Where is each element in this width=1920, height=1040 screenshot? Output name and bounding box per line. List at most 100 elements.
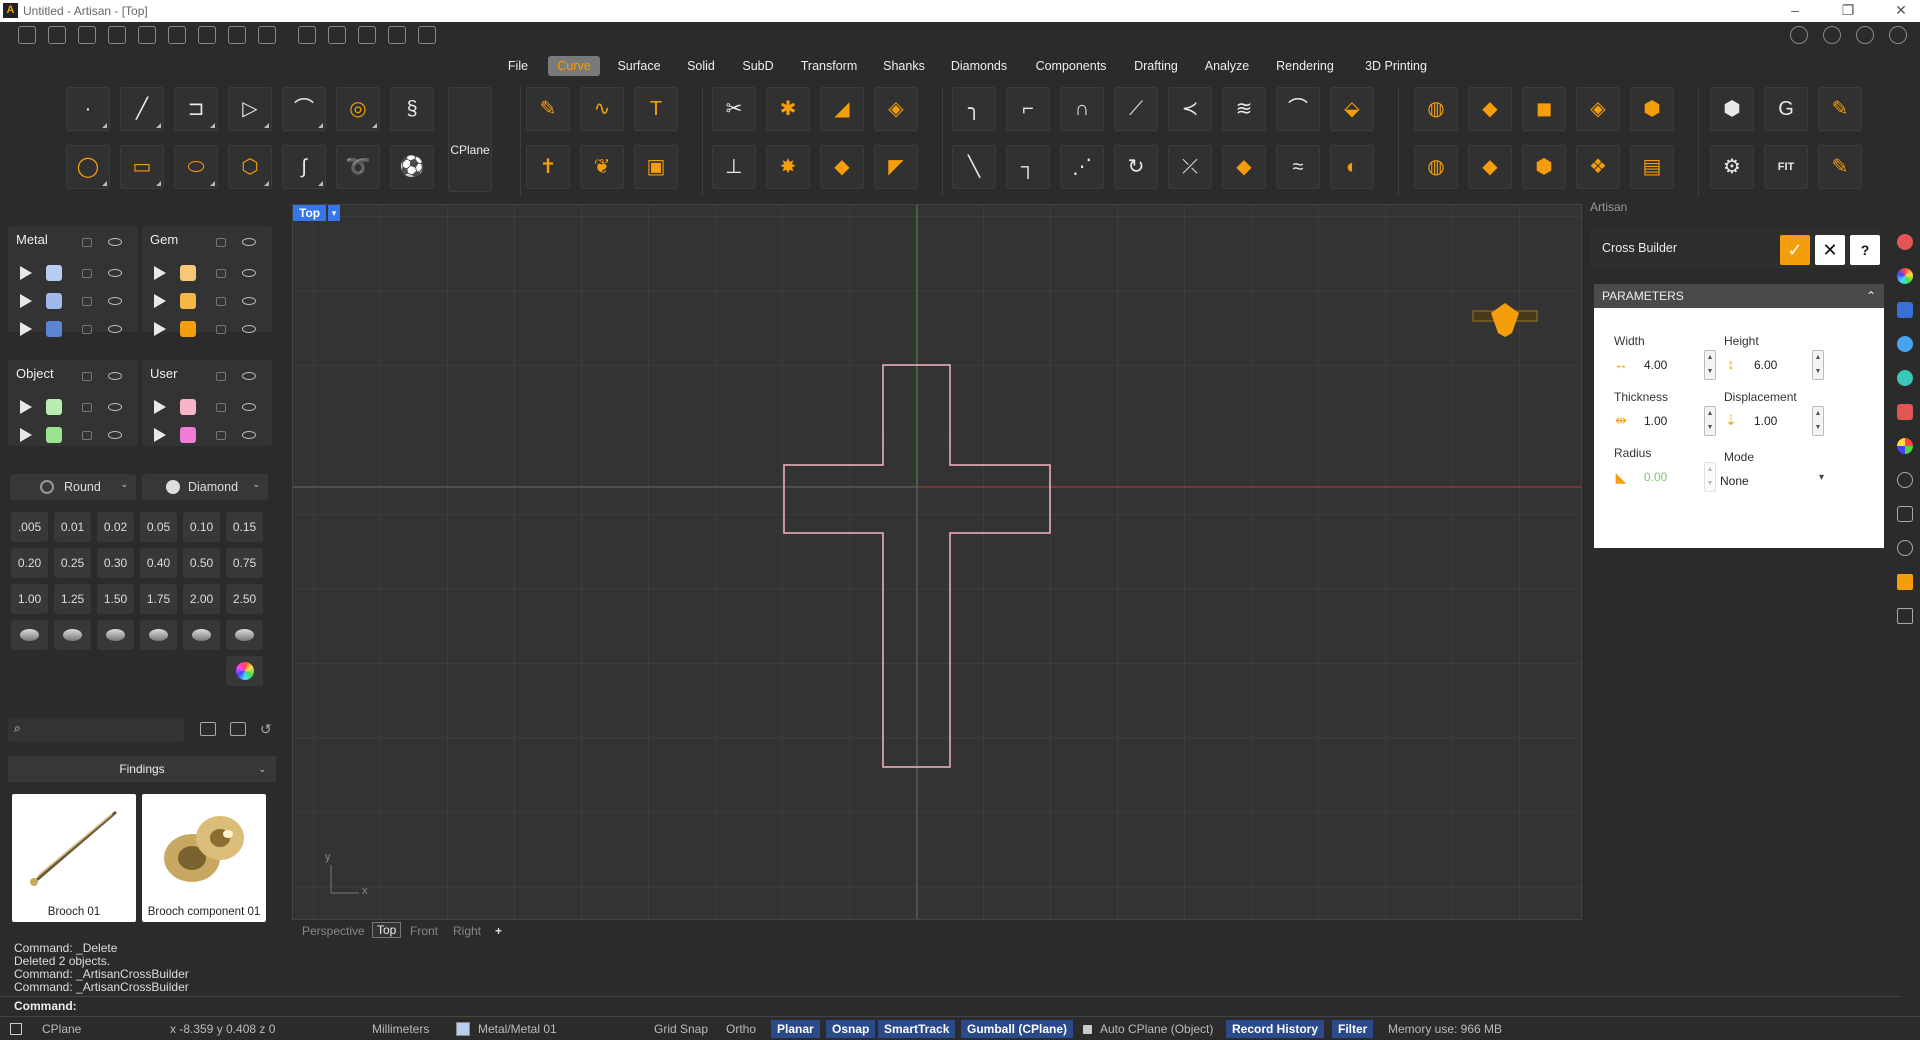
eye-icon[interactable]	[242, 403, 256, 411]
undo-icon[interactable]	[138, 26, 156, 44]
helix-tool-button[interactable]: §	[390, 87, 434, 131]
polygon-tool-button[interactable]: ⬡	[228, 145, 272, 189]
pave-button[interactable]: ❖	[1576, 145, 1620, 189]
eye-icon[interactable]	[242, 325, 256, 333]
loop-button[interactable]: G	[1764, 87, 1808, 131]
eye-icon[interactable]	[242, 238, 256, 246]
triangle-tool-button[interactable]: ▷	[228, 87, 272, 131]
layer-color-swatch[interactable]	[180, 265, 196, 281]
lock-icon[interactable]	[216, 269, 226, 278]
menu-3d-printing[interactable]: 3D Printing	[1354, 56, 1438, 76]
eye-icon[interactable]	[242, 372, 256, 380]
edit-shape-button[interactable]: ✎	[1818, 87, 1862, 131]
polyline-tool-button[interactable]: ⊐	[174, 87, 218, 131]
open-file-icon[interactable]	[78, 26, 96, 44]
help-button[interactable]: ?	[1850, 235, 1880, 265]
edit-rename-button[interactable]: ✎	[1818, 145, 1862, 189]
settings-gear-icon[interactable]	[1889, 26, 1907, 44]
gem-size-chip[interactable]: 1.25	[54, 584, 91, 614]
play-icon[interactable]	[20, 294, 32, 308]
rotate-curve-button[interactable]: ↻	[1114, 145, 1158, 189]
smooth-button[interactable]: ≺	[1168, 87, 1212, 131]
redo-icon[interactable]	[168, 26, 186, 44]
displacement-stepper[interactable]: ▲ ▼	[1812, 406, 1824, 436]
layer-color-swatch[interactable]	[46, 321, 62, 337]
history-icon[interactable]	[1897, 472, 1913, 488]
eye-icon[interactable]	[108, 372, 122, 380]
gem-size-chip[interactable]: 1.75	[140, 584, 177, 614]
lock-icon[interactable]	[82, 372, 92, 381]
status-smarttrack[interactable]: SmartTrack	[878, 1020, 956, 1038]
bend-button[interactable]: ⌒	[1276, 87, 1320, 131]
render-icon[interactable]	[1897, 234, 1913, 250]
eye-icon[interactable]	[108, 431, 122, 439]
minimize-icon[interactable]: –	[1780, 2, 1810, 18]
image-trace-button[interactable]: ▣	[634, 145, 678, 189]
menu-analyze[interactable]: Analyze	[1198, 56, 1256, 76]
status-ortho[interactable]: Ortho	[726, 1022, 756, 1036]
layer-color-swatch[interactable]	[46, 293, 62, 309]
eye-icon[interactable]	[108, 238, 122, 246]
texture-map-icon[interactable]	[1897, 438, 1913, 454]
radius-stepper[interactable]: ▲ ▼	[1704, 462, 1716, 492]
gem-size-chip[interactable]: 0.30	[97, 548, 134, 578]
menu-file[interactable]: File	[498, 56, 538, 76]
play-icon[interactable]	[154, 266, 166, 280]
project-button[interactable]: ◤	[874, 145, 918, 189]
eye-icon[interactable]	[108, 403, 122, 411]
help-icon[interactable]	[1856, 26, 1874, 44]
eye-icon[interactable]	[108, 297, 122, 305]
status-auto-cplane[interactable]: Auto CPlane (Object)	[1100, 1022, 1213, 1036]
add-folder-icon[interactable]	[230, 722, 246, 736]
gem-shape-dropdown[interactable]: Round ⌄	[10, 474, 136, 500]
lock-icon[interactable]	[216, 238, 226, 247]
status-osnap[interactable]: Osnap	[826, 1020, 876, 1038]
hex-solid-button[interactable]: ⬢	[1630, 87, 1674, 131]
sketch-button[interactable]: ∿	[580, 87, 624, 131]
plate-button[interactable]: ◆	[1468, 87, 1512, 131]
lock-icon[interactable]	[216, 431, 226, 440]
gem-size-chip[interactable]: 2.50	[226, 584, 263, 614]
layer-color-swatch[interactable]	[180, 293, 196, 309]
network-icon[interactable]	[418, 26, 436, 44]
play-icon[interactable]	[20, 428, 32, 442]
gem-solid-button[interactable]: ⬢	[1522, 145, 1566, 189]
lock-icon[interactable]	[82, 403, 92, 412]
eye-icon[interactable]	[242, 269, 256, 277]
text-tool-button[interactable]: T	[634, 87, 678, 131]
list-icon[interactable]	[1897, 608, 1913, 624]
menu-transform[interactable]: Transform	[792, 56, 866, 76]
gem-cut-round-button[interactable]	[11, 620, 48, 650]
lock-icon[interactable]	[216, 403, 226, 412]
curve-tool-button[interactable]: ∫	[282, 145, 326, 189]
ground-icon[interactable]	[1897, 370, 1913, 386]
tab-top[interactable]: Top	[372, 922, 402, 938]
gem-size-chip[interactable]: 0.15	[226, 512, 263, 542]
height-stepper[interactable]: ▲ ▼	[1812, 350, 1824, 380]
menu-diamonds[interactable]: Diamonds	[942, 56, 1016, 76]
decal-icon[interactable]	[1897, 404, 1913, 420]
fit-button[interactable]: FIT	[1764, 145, 1808, 189]
boolean-button[interactable]: ◈	[874, 87, 918, 131]
lock-icon[interactable]	[82, 238, 92, 247]
recent-icon[interactable]	[108, 26, 126, 44]
menu-solid[interactable]: Solid	[678, 56, 724, 76]
artisan-logo-icon[interactable]	[1897, 574, 1913, 590]
gem-size-chip[interactable]: 0.02	[97, 512, 134, 542]
viewport-top[interactable]: y x	[292, 204, 1582, 920]
points-on-icon[interactable]	[328, 26, 346, 44]
layer-color-swatch[interactable]	[46, 265, 62, 281]
freeform-tool-button[interactable]: ➰	[336, 145, 380, 189]
trim-button[interactable]: ✂	[712, 87, 756, 131]
tab-front[interactable]: Front	[410, 924, 438, 938]
split-button[interactable]: ✱	[766, 87, 810, 131]
width-stepper[interactable]: ▲ ▼	[1704, 350, 1716, 380]
gem-size-chip[interactable]: 0.05	[140, 512, 177, 542]
cancel-button[interactable]: ✕	[1815, 235, 1845, 265]
band-button[interactable]: ◍	[1414, 145, 1458, 189]
confirm-button[interactable]: ✓	[1780, 235, 1810, 265]
gem-size-chip[interactable]: .005	[11, 512, 48, 542]
box-button[interactable]: ◼	[1522, 87, 1566, 131]
lock-icon[interactable]	[82, 269, 92, 278]
restore-icon[interactable]: ❐	[1833, 2, 1863, 19]
